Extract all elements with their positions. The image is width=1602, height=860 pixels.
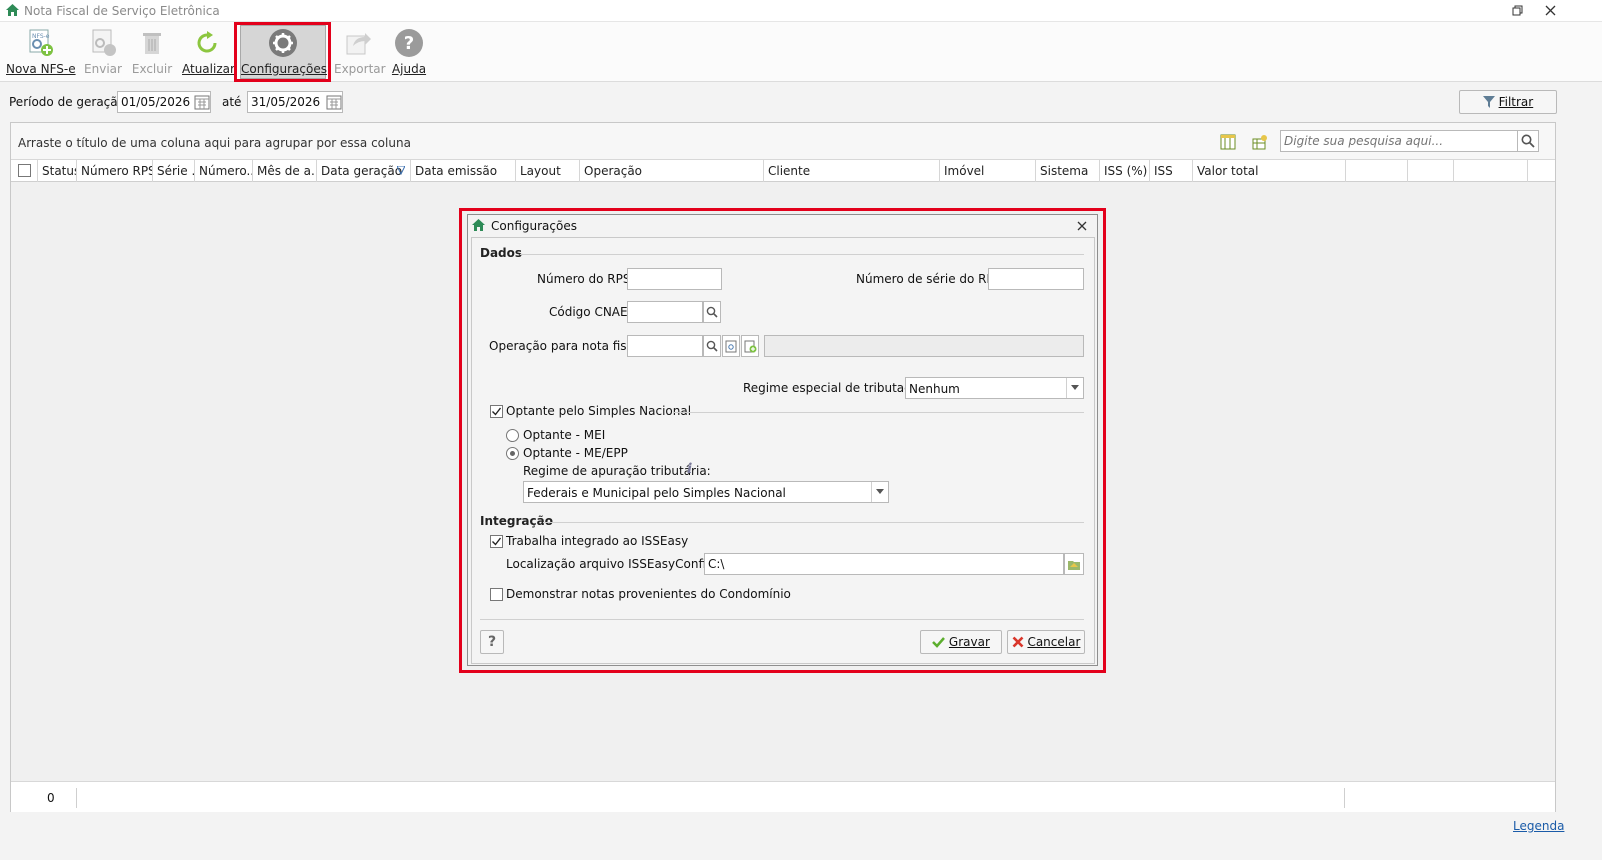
column-chooser-icon[interactable] [1220,134,1236,150]
column-header[interactable]: Imóvel [940,160,1036,182]
group-panel[interactable]: Arraste o título de uma coluna aqui para… [11,123,1555,160]
search-icon [1521,134,1535,148]
refresh-icon [197,31,217,53]
exportar-button[interactable]: Exportar [334,26,386,78]
filtrar-button[interactable]: Filtrar [1459,90,1557,114]
column-header[interactable]: Layout [516,160,580,182]
column-header[interactable]: Data emissão [411,160,516,182]
nova-label: Nova NFS-e [6,62,76,76]
column-header[interactable]: Mês de a... [253,160,317,182]
column-header[interactable]: Série ... [153,160,195,182]
group-hint: Arraste o título de uma coluna aqui para… [18,136,411,150]
atualizar-label: Atualizar [182,62,235,76]
atualizar-button[interactable]: Atualizar [182,26,235,78]
sort-descending-icon [397,166,405,175]
calendar-icon[interactable] [326,94,342,110]
periodo-label: Período de geração: [9,95,130,109]
column-header[interactable]: Status [38,160,77,182]
column-header[interactable] [1454,160,1528,182]
configuracoes-highlight [234,22,331,82]
column-header[interactable]: ISS [1150,160,1193,182]
close-window-icon[interactable] [1545,5,1556,16]
grid-header: Status Número RPS Série ... Número... Mê… [11,160,1555,182]
ajuda-label: Ajuda [391,62,427,76]
column-header[interactable] [1346,160,1408,182]
column-header[interactable]: Operação [580,160,764,182]
select-all-cell [11,160,38,182]
new-document-icon: NFS-e [29,29,53,56]
filtrar-label: Filtrar [1498,95,1534,109]
dialog-highlight [459,208,1106,673]
select-all-checkbox[interactable] [18,164,31,177]
grid-search-input[interactable] [1280,130,1518,152]
grid-footer: 0 [11,781,1555,812]
enviar-button[interactable]: Enviar [83,26,123,78]
calendar-icon[interactable] [194,94,210,110]
window-titlebar: Nota Fiscal de Serviço Eletrônica [0,0,1602,22]
help-icon: ? [395,29,423,57]
nova-nfse-button[interactable]: NFS-e Nova NFS-e [6,26,76,78]
column-header[interactable]: Cliente [764,160,940,182]
column-header[interactable]: ISS (%) [1100,160,1150,182]
record-count: 0 [47,791,55,805]
ajuda-button[interactable]: ? Ajuda [390,26,428,78]
send-icon [92,29,116,56]
exportar-label: Exportar [334,62,386,76]
svg-text:NFS-e: NFS-e [32,33,50,40]
column-header[interactable]: Número RPS [77,160,153,182]
enviar-label: Enviar [84,62,122,76]
ate-label: até [222,95,242,109]
column-header[interactable]: Sistema [1036,160,1100,182]
trash-icon [143,33,161,54]
column-header[interactable]: Número... [195,160,253,182]
legenda-link[interactable]: Legenda [1513,819,1564,833]
window-title: Nota Fiscal de Serviço Eletrônica [24,4,220,18]
export-icon [346,33,371,55]
grid-search-button[interactable] [1517,130,1539,152]
column-header[interactable]: Valor total [1193,160,1346,182]
excluir-label: Excluir [131,62,173,76]
column-header[interactable] [1408,160,1454,182]
layout-icon[interactable] [1252,134,1268,150]
excluir-button[interactable]: Excluir [131,26,173,78]
restore-icon[interactable] [1512,5,1524,17]
home-icon [6,4,19,16]
svg-text:?: ? [404,33,414,54]
filter-icon [1482,96,1495,108]
